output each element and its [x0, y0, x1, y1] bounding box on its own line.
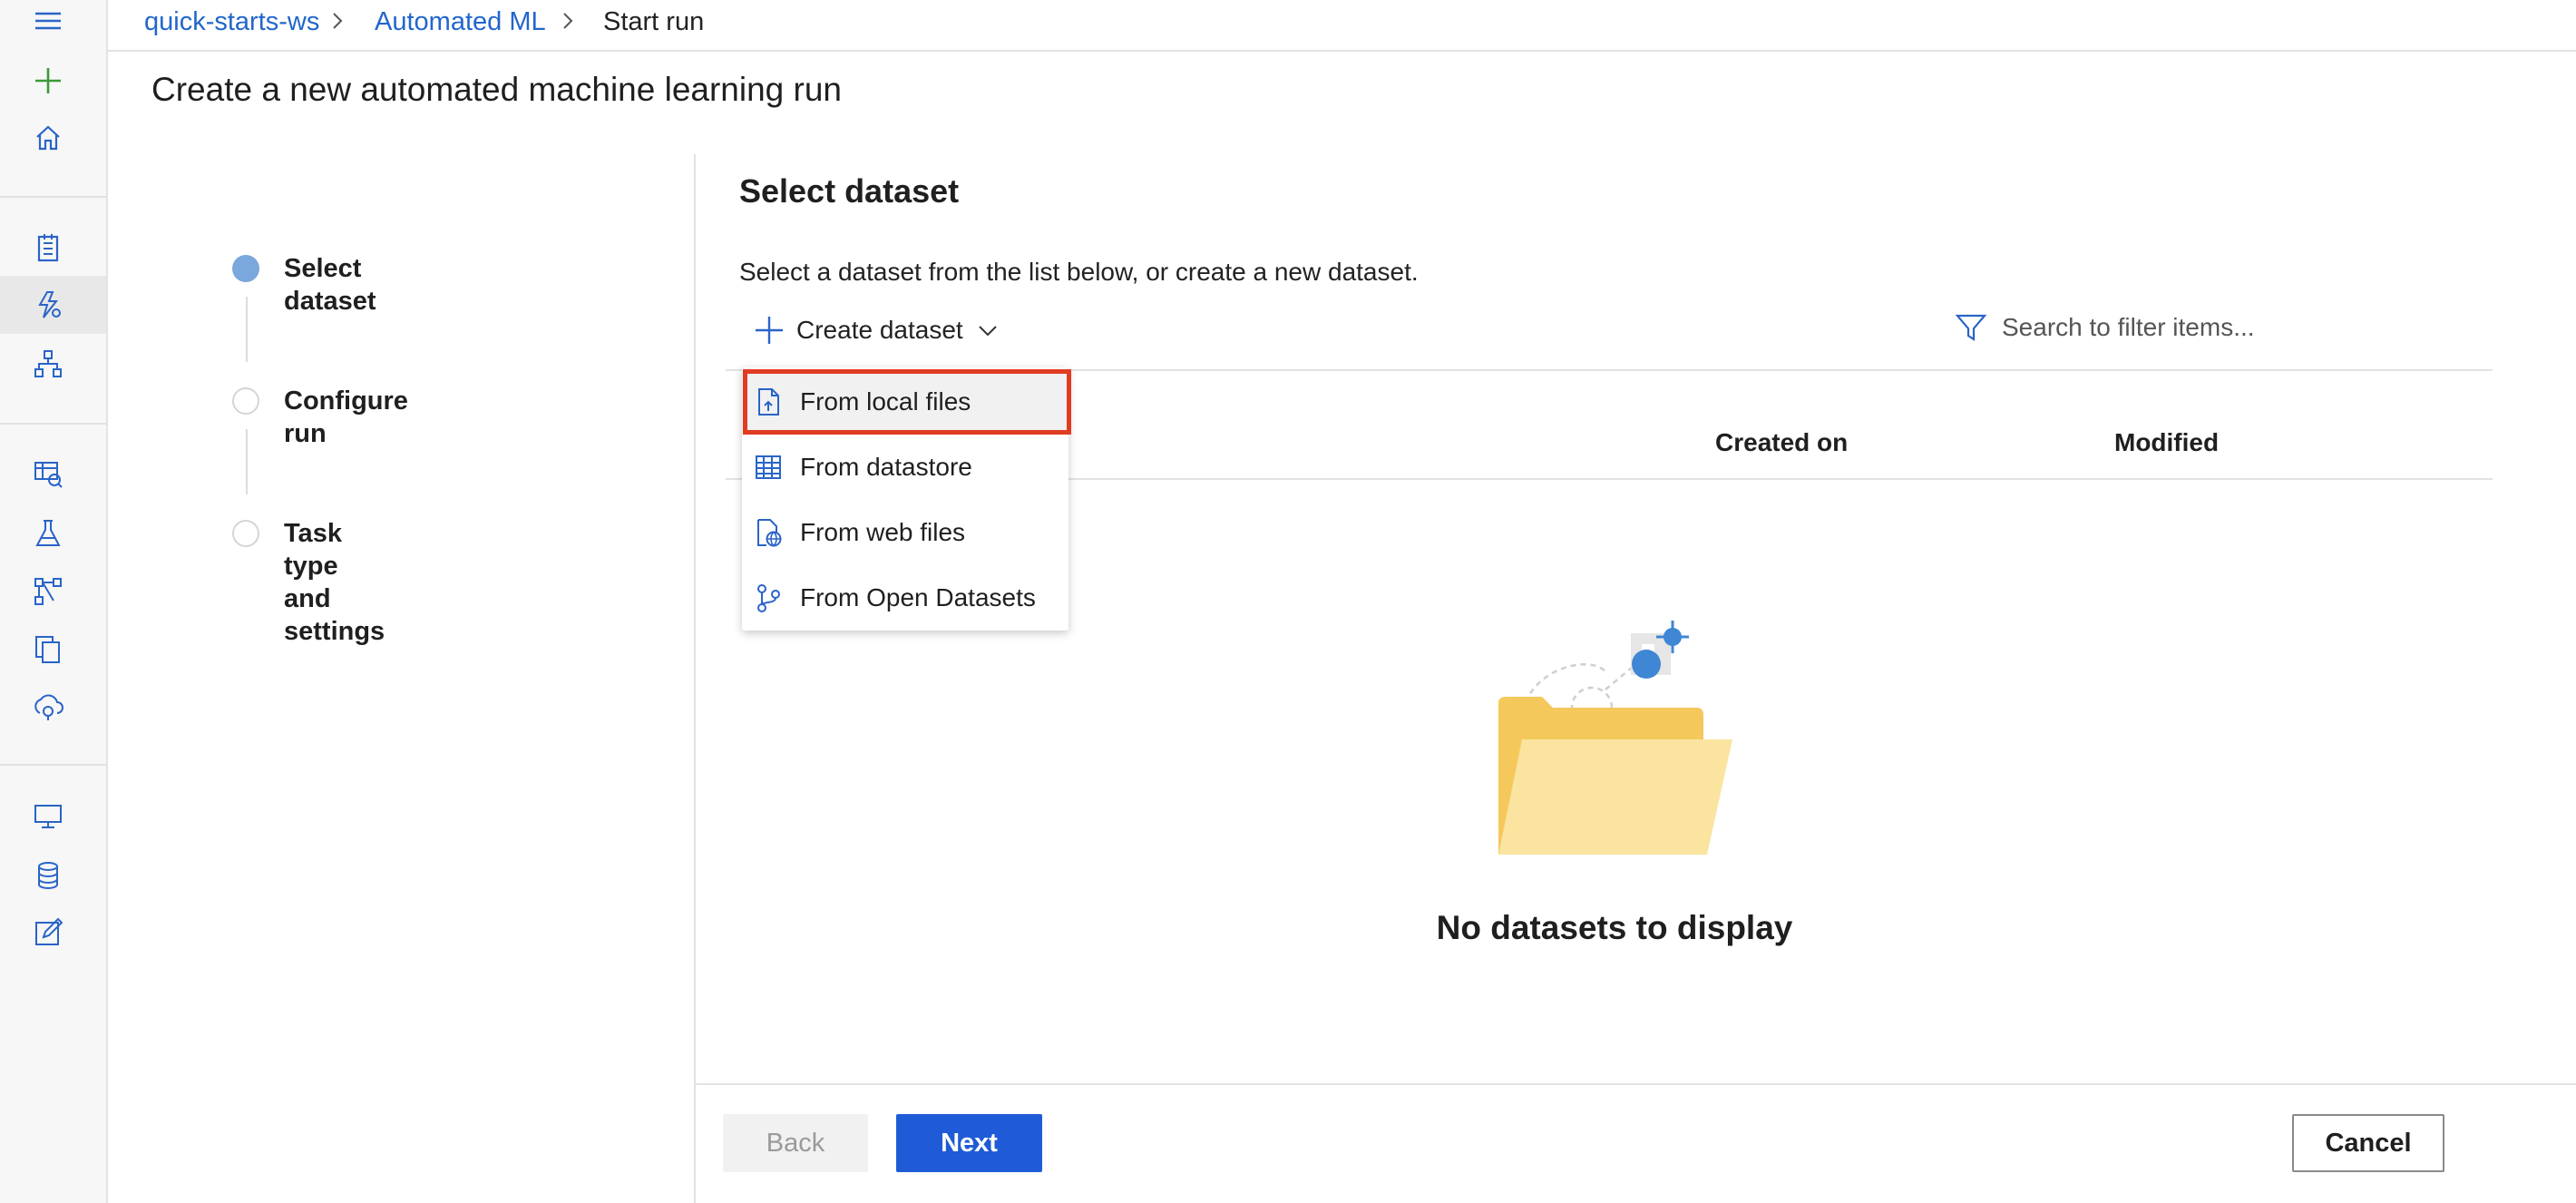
- datastores-icon[interactable]: [29, 856, 67, 895]
- experiments-icon[interactable]: [29, 514, 67, 553]
- models-icon[interactable]: [29, 631, 67, 669]
- search-filter[interactable]: [1955, 305, 2463, 350]
- automl-icon[interactable]: [29, 286, 67, 324]
- rail-divider: [0, 423, 106, 425]
- table-icon: [755, 453, 782, 482]
- step-select-dataset[interactable]: Select dataset: [284, 252, 376, 318]
- breadcrumb-current: Start run: [603, 7, 705, 36]
- left-nav-rail: [0, 0, 108, 1203]
- column-header-modified[interactable]: Modified: [2114, 426, 2219, 459]
- column-header-created-on[interactable]: Created on: [1715, 426, 1848, 459]
- endpoints-icon[interactable]: [29, 688, 67, 726]
- step-task-type-settings[interactable]: Task type and settings: [284, 517, 385, 648]
- labeling-icon[interactable]: [29, 914, 67, 952]
- create-dataset-button[interactable]: Create dataset: [753, 308, 1000, 352]
- designer-icon[interactable]: [29, 345, 67, 383]
- step-connector: [246, 297, 248, 362]
- notebook-icon[interactable]: [29, 229, 67, 267]
- chevron-right-icon: [333, 13, 343, 29]
- next-button[interactable]: Next: [896, 1114, 1042, 1172]
- menu-item-label: From web files: [800, 518, 966, 546]
- datasets-icon[interactable]: [29, 455, 67, 493]
- section-title: Select dataset: [739, 172, 960, 210]
- menu-item-from-web-files[interactable]: From web files: [742, 502, 1068, 563]
- chevron-down-icon: [978, 326, 997, 337]
- menu-item-label: From datastore: [800, 453, 972, 481]
- step-connector: [246, 429, 248, 494]
- home-icon[interactable]: [29, 119, 67, 157]
- step-indicator: [232, 520, 259, 547]
- plus-icon: [756, 317, 783, 344]
- empty-state-message: No datasets to display: [1436, 909, 1793, 946]
- branch-icon: [755, 583, 782, 612]
- panel-divider: [694, 154, 696, 1203]
- menu-item-label: From Open Datasets: [800, 583, 1036, 611]
- create-dataset-label: Create dataset: [796, 316, 963, 344]
- rail-divider: [0, 196, 106, 198]
- back-button[interactable]: Back: [723, 1114, 868, 1172]
- web-file-icon: [755, 518, 782, 547]
- highlight-annotation: [743, 369, 1071, 435]
- breadcrumb-automl-link[interactable]: Automated ML: [375, 5, 546, 38]
- menu-item-from-datastore[interactable]: From datastore: [742, 436, 1068, 498]
- step-indicator-active: [232, 255, 259, 282]
- cancel-button[interactable]: Cancel: [2292, 1114, 2444, 1172]
- page-title: Create a new automated machine learning …: [151, 71, 843, 108]
- rail-divider: [0, 764, 106, 766]
- empty-folder-illustration: [1498, 621, 1732, 855]
- pipelines-icon[interactable]: [29, 572, 67, 611]
- step-indicator: [232, 387, 259, 415]
- step-configure-run[interactable]: Configure run: [284, 385, 408, 450]
- section-description: Select a dataset from the list below, or…: [739, 258, 1419, 286]
- filter-icon: [1955, 314, 1987, 342]
- breadcrumb: quick-starts-ws Automated ML Start run: [108, 0, 2576, 52]
- menu-item-from-open-datasets[interactable]: From Open Datasets: [742, 567, 1068, 629]
- search-input[interactable]: [2000, 312, 2439, 343]
- breadcrumb-workspace-link[interactable]: quick-starts-ws: [144, 5, 319, 38]
- footer-divider: [696, 1083, 2576, 1085]
- chevron-right-icon: [563, 13, 573, 29]
- hamburger-icon[interactable]: [29, 2, 67, 40]
- compute-icon[interactable]: [29, 797, 67, 836]
- plus-icon[interactable]: [29, 62, 67, 100]
